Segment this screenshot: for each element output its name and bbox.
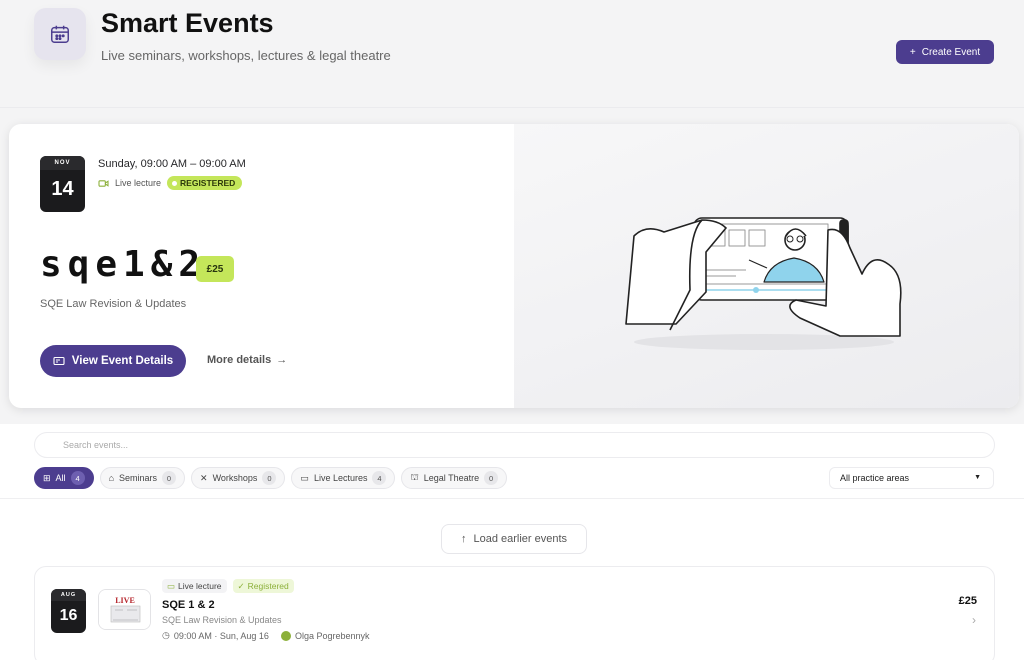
video-icon: ▭ (300, 472, 309, 483)
page-title: Smart Events (101, 8, 274, 38)
video-call-illustration (625, 217, 902, 350)
plus-icon: + (909, 46, 916, 58)
graduation-cap-icon: ⌂ (108, 473, 114, 483)
event-date-badge: AUG 16 (51, 589, 86, 633)
filter-legal-theatre[interactable]: ⛫ Legal Theatre 0 (401, 467, 508, 489)
filter-label: All (55, 473, 66, 483)
registered-badge-label: REGISTERED (180, 178, 236, 188)
event-type-tag: ▭ Live lecture (162, 579, 227, 593)
check-circle-icon: ✓ (237, 580, 245, 591)
registered-tag: ✓ Registered (232, 579, 294, 593)
event-list-item[interactable]: AUG 16 LIVE ▭ Live lecture ✓ Registered SQ… (34, 566, 995, 660)
event-price: £25 (958, 595, 977, 607)
hero-event-type: Live lecture (115, 178, 162, 188)
create-event-label: Create Event (921, 46, 981, 58)
load-earlier-label: Load earlier events (473, 533, 568, 545)
filter-label: Legal Theatre (423, 473, 480, 483)
filter-chips: ⊞ All 4 ⌂ Seminars 0 ✕ Workshops 0 ▭ Liv… (34, 467, 508, 489)
hero-event-meta: Live lecture REGISTERED (98, 176, 243, 190)
video-icon (98, 179, 109, 187)
more-details-link[interactable]: More details → (207, 354, 287, 366)
load-earlier-events-button[interactable]: ↑ Load earlier events (441, 524, 587, 554)
event-date-month: AUG (51, 589, 86, 601)
events-list-panel: Search events... ⊞ All 4 ⌂ Seminars 0 ✕ … (0, 424, 1024, 660)
practice-area-select[interactable]: All practice areas ▼ (829, 467, 994, 489)
grid-icon: ⊞ (43, 472, 51, 483)
filter-count: 4 (70, 471, 85, 485)
clock-icon: ◷ (162, 630, 170, 640)
hero-illustration-panel (514, 124, 1019, 408)
event-type-label: Live lecture (178, 581, 222, 591)
dot-icon (172, 180, 178, 186)
theatre-icon: ⛫ (410, 472, 419, 482)
filter-label: Workshops (212, 473, 258, 483)
create-event-button[interactable]: + Create Event (896, 40, 994, 64)
arrow-up-icon: ↑ (460, 533, 467, 545)
hero-event-time: Sunday, 09:00 AM – 09:00 AM (98, 158, 246, 170)
registered-badge: REGISTERED (167, 176, 243, 190)
featured-event-card: NOV 14 Sunday, 09:00 AM – 09:00 AM Live … (9, 124, 1019, 408)
filter-count: 0 (262, 471, 277, 485)
video-icon: ▭ (167, 580, 176, 591)
ticket-icon (53, 356, 65, 366)
calendar-logo-icon (34, 8, 86, 60)
page-subtitle: Live seminars, workshops, lectures & leg… (101, 48, 391, 63)
chevron-right-icon[interactable]: › (972, 613, 976, 627)
event-meta: ◷ 09:00 AM · Sun, Aug 16 Olga Pogrebenny… (162, 630, 370, 641)
event-host: Olga Pogrebennyk (294, 630, 370, 641)
filter-label: Live Lectures (313, 473, 368, 483)
hero-date-day: 14 (51, 178, 74, 200)
registered-tag-label: Registered (247, 581, 289, 591)
page-header: Smart Events Live seminars, workshops, l… (0, 0, 1024, 108)
hero-event-title: sqe1&2 (40, 244, 207, 285)
hero-event-subtitle: SQE Law Revision & Updates (40, 298, 187, 310)
filter-label: Seminars (119, 473, 158, 483)
filter-workshops[interactable]: ✕ Workshops 0 (191, 467, 286, 489)
filter-all[interactable]: ⊞ All 4 (34, 467, 94, 489)
event-subtitle: SQE Law Revision & Updates (162, 615, 282, 625)
event-tags: ▭ Live lecture ✓ Registered (162, 579, 294, 593)
event-time: 09:00 AM · Sun, Aug 16 (173, 630, 269, 641)
hero-price-badge: £25 (196, 256, 234, 282)
search-input[interactable]: Search events... (34, 432, 995, 458)
event-thumbnail: LIVE (98, 589, 151, 630)
event-title: SQE 1 & 2 (162, 599, 215, 611)
tools-icon: ✕ (200, 472, 208, 483)
thumb-text: LIVE (115, 596, 135, 605)
practice-area-value: All practice areas (840, 473, 910, 483)
hero-date-badge: NOV 14 (40, 156, 85, 212)
filter-live-lectures[interactable]: ▭ Live Lectures 4 (291, 467, 396, 489)
view-event-details-button[interactable]: View Event Details (40, 345, 186, 377)
host-avatar (280, 630, 291, 641)
event-thumbnail-image: LIVE (99, 590, 150, 629)
filter-count: 4 (372, 471, 387, 485)
more-details-label: More details (207, 354, 272, 366)
filter-count: 0 (484, 471, 499, 485)
caret-down-icon: ▼ (974, 474, 981, 481)
filter-count: 0 (162, 471, 177, 485)
event-date-day: 16 (59, 607, 78, 624)
arrow-right-icon: → (276, 354, 288, 366)
filter-seminars[interactable]: ⌂ Seminars 0 (99, 467, 186, 489)
hero-date-month: NOV (40, 156, 85, 170)
divider (0, 498, 1024, 499)
view-event-details-label: View Event Details (71, 355, 174, 367)
